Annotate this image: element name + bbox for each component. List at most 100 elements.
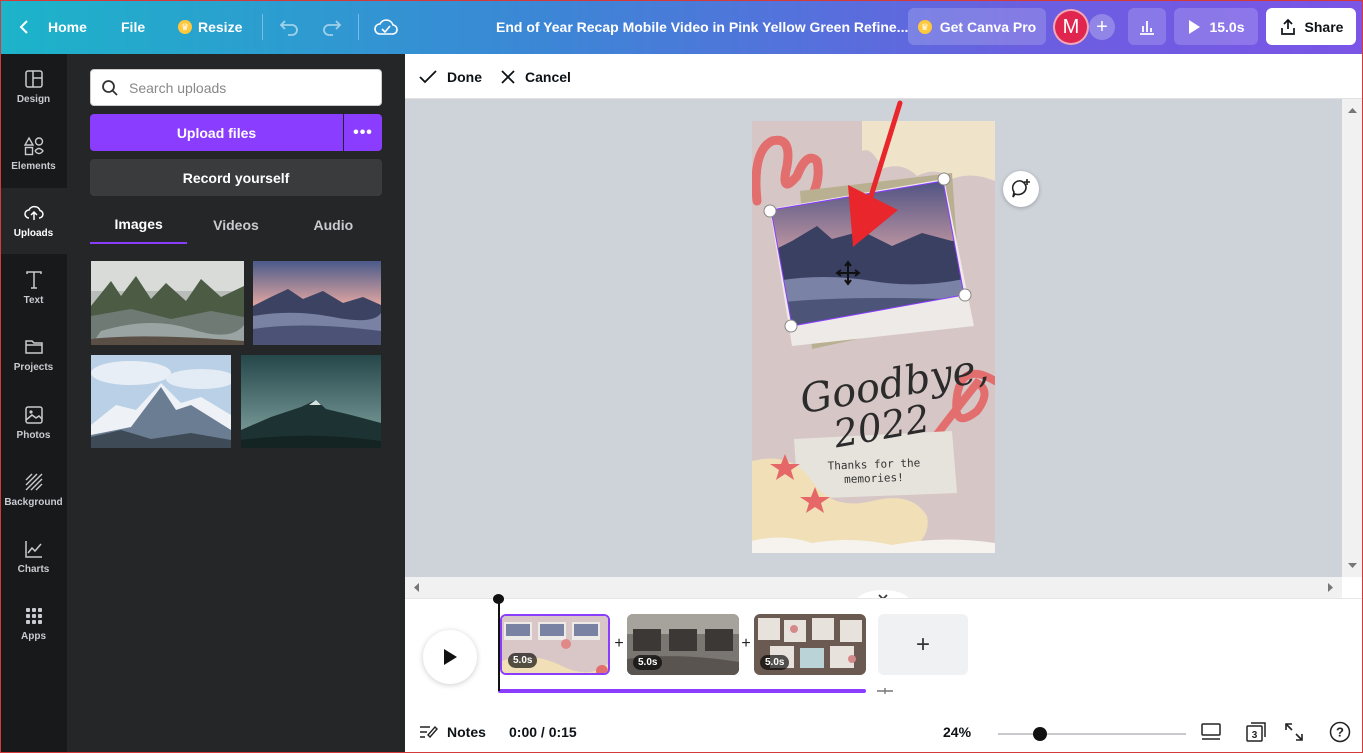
rail-item-background[interactable]: Background (0, 457, 67, 523)
playhead-handle[interactable] (493, 594, 504, 604)
design-icon (24, 70, 43, 88)
rail-item-projects[interactable]: Projects (0, 322, 67, 388)
file-menu[interactable]: File (121, 0, 145, 54)
document-title[interactable]: End of Year Recap Mobile Video in Pink Y… (496, 0, 908, 54)
cancel-button[interactable]: Cancel (501, 54, 571, 99)
zoom-slider-knob[interactable] (1033, 727, 1047, 741)
design-page[interactable]: Goodbye, 2022 Thanks for the memories! (752, 121, 995, 553)
insights-button[interactable] (1128, 8, 1166, 45)
timeline-progress-bar[interactable] (498, 689, 866, 693)
rail-item-elements[interactable]: Elements (0, 121, 67, 187)
avatar[interactable]: M (1053, 9, 1089, 45)
plus-icon: + (741, 635, 751, 652)
rail-item-label: Design (16, 94, 51, 105)
upload-thumbnail-teal-peak[interactable] (241, 355, 381, 448)
tab-videos[interactable]: Videos (187, 206, 284, 244)
search-icon (102, 79, 118, 96)
rail-item-text[interactable]: Text (0, 255, 67, 321)
upload-thumbnail-river-forest[interactable] (91, 261, 244, 345)
play-icon (1189, 19, 1201, 34)
cancel-label: Cancel (525, 68, 571, 85)
playhead[interactable] (498, 596, 500, 691)
rail-item-apps[interactable]: Apps (0, 591, 67, 657)
grid-view-button[interactable] (1201, 710, 1221, 753)
timeline-play-button[interactable] (423, 630, 477, 684)
save-status-button[interactable] (374, 0, 398, 54)
share-button[interactable]: Share (1266, 8, 1356, 45)
timeline-clip-2[interactable]: 5.0s (627, 614, 739, 675)
fullscreen-button[interactable] (1285, 710, 1303, 753)
resize-button[interactable]: ♛ Resize (178, 0, 242, 54)
timeline-resize-icon[interactable] (875, 686, 895, 696)
crown-icon: ♛ (917, 19, 932, 34)
note-line-2[interactable]: memories! (844, 471, 904, 486)
record-yourself-button[interactable]: Record yourself (90, 159, 382, 196)
home-button[interactable]: Home (18, 0, 87, 54)
rail-item-label: Projects (13, 362, 54, 373)
upload-files-button[interactable]: Upload files (90, 114, 343, 151)
duration-label: 15.0s (1209, 18, 1245, 35)
home-label: Home (48, 19, 87, 35)
help-icon: ? (1329, 721, 1351, 742)
elements-icon (23, 136, 44, 156)
invite-button[interactable]: + (1089, 14, 1115, 40)
folder-icon (24, 340, 43, 354)
tab-audio[interactable]: Audio (285, 206, 382, 244)
page-artwork: Goodbye, 2022 Thanks for the memories! (752, 121, 995, 553)
time-readout: 0:00 / 0:15 (509, 710, 577, 753)
avatar-initial: M (1062, 15, 1080, 38)
rail-item-photos[interactable]: Photos (0, 390, 67, 456)
rail-item-charts[interactable]: Charts (0, 524, 67, 590)
vertical-scrollbar[interactable] (1342, 99, 1363, 577)
plus-icon: + (1096, 15, 1108, 38)
comment-add-button[interactable] (1003, 171, 1039, 207)
upload-more-button[interactable]: ••• (344, 114, 382, 151)
tab-images[interactable]: Images (90, 206, 188, 244)
get-pro-label: Get Canva Pro (939, 18, 1037, 35)
play-icon (444, 649, 457, 665)
present-button[interactable]: 15.0s (1174, 8, 1258, 45)
pages-button[interactable]: 3 (1245, 710, 1267, 753)
close-icon (501, 69, 515, 84)
check-icon (419, 69, 437, 83)
help-button[interactable]: ? (1329, 710, 1351, 753)
plus-icon: + (614, 635, 624, 652)
scroll-left-icon (414, 583, 419, 592)
background-icon (25, 473, 42, 491)
photos-icon (24, 406, 43, 424)
left-rail: Design Elements Uploads Text Projects Ph… (0, 54, 67, 753)
rail-item-label: Background (4, 497, 63, 508)
search-input[interactable] (129, 79, 369, 96)
uploads-panel: Upload files ••• Record yourself Images … (67, 54, 405, 753)
bar-chart-icon (1140, 20, 1154, 35)
timeline-clip-3[interactable]: 5.0s (754, 614, 866, 675)
share-label: Share (1304, 18, 1344, 35)
redo-button[interactable] (322, 0, 342, 54)
insert-transition-button[interactable]: + (739, 635, 753, 652)
add-page-button[interactable]: + (878, 614, 968, 675)
rail-item-design[interactable]: Design (0, 54, 67, 120)
resize-label: Resize (198, 19, 243, 35)
help-label: ? (1336, 724, 1344, 739)
undo-button[interactable] (279, 0, 299, 54)
zoom-percent[interactable]: 24% (943, 710, 971, 753)
zoom-slider-track[interactable] (998, 733, 1186, 735)
time-label: 0:00 / 0:15 (509, 723, 577, 740)
upload-thumbnail-mountain-sunset[interactable] (253, 261, 381, 345)
apps-icon (25, 608, 42, 624)
notes-button[interactable]: Notes (419, 710, 486, 753)
upload-thumbnail-snowy-peak[interactable] (91, 355, 231, 448)
rail-item-label: Charts (17, 564, 50, 575)
done-button[interactable]: Done (419, 54, 482, 99)
share-icon (1280, 18, 1295, 35)
timeline-clip-1[interactable]: 5.0s (500, 614, 610, 675)
insert-transition-button[interactable]: + (612, 635, 626, 652)
rail-item-label: Text (23, 295, 44, 306)
cloud-check-icon (374, 19, 398, 35)
plus-icon: + (915, 630, 930, 658)
search-box[interactable] (90, 69, 382, 106)
record-yourself-label: Record yourself (182, 169, 290, 186)
get-pro-button[interactable]: ♛ Get Canva Pro (908, 8, 1046, 45)
rail-item-uploads[interactable]: Uploads (0, 188, 67, 254)
divider (358, 14, 359, 40)
